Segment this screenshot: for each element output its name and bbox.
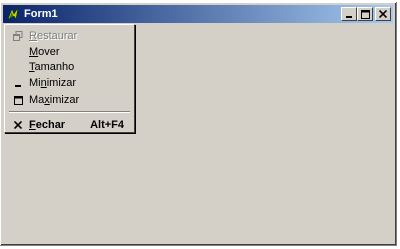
app-window: Form1 Restaurar Mover Tamanho Minimizar … [0,2,397,246]
menu-item-mover[interactable]: Mover [7,44,132,60]
menu-item-label: Mover [29,46,60,58]
close-icon [7,121,29,129]
menu-item-restaurar[interactable]: Restaurar [7,28,132,44]
maximize-icon [7,95,29,105]
menu-item-tamanho[interactable]: Tamanho [7,59,132,75]
maximize-icon [360,9,370,19]
menu-item-minimizar[interactable]: Minimizar [7,75,132,91]
title-bar[interactable]: Form1 [3,5,393,23]
maximize-button[interactable] [357,7,373,21]
close-icon [379,10,387,18]
title-buttons [341,7,391,21]
system-menu: Restaurar Mover Tamanho Minimizar Maximi… [4,24,135,133]
minimize-icon [7,79,29,87]
menu-item-label: Maximizar [29,94,80,106]
minimize-icon [346,16,352,18]
menu-item-fechar[interactable]: Fechar Alt+F4 [7,117,132,133]
menu-item-maximizar[interactable]: Maximizar [7,92,132,108]
menu-item-label: Restaurar [29,30,78,42]
restore-icon [7,31,29,41]
delphi-app-icon[interactable] [5,6,21,22]
menu-item-label: Tamanho [29,61,75,73]
menu-item-label: Minimizar [29,77,77,89]
window-title: Form1 [24,8,58,20]
close-button[interactable] [375,7,391,21]
menu-item-label: Fechar [29,119,66,131]
minimize-button[interactable] [341,7,357,21]
menu-item-shortcut: Alt+F4 [90,119,124,131]
menu-separator [9,111,130,113]
